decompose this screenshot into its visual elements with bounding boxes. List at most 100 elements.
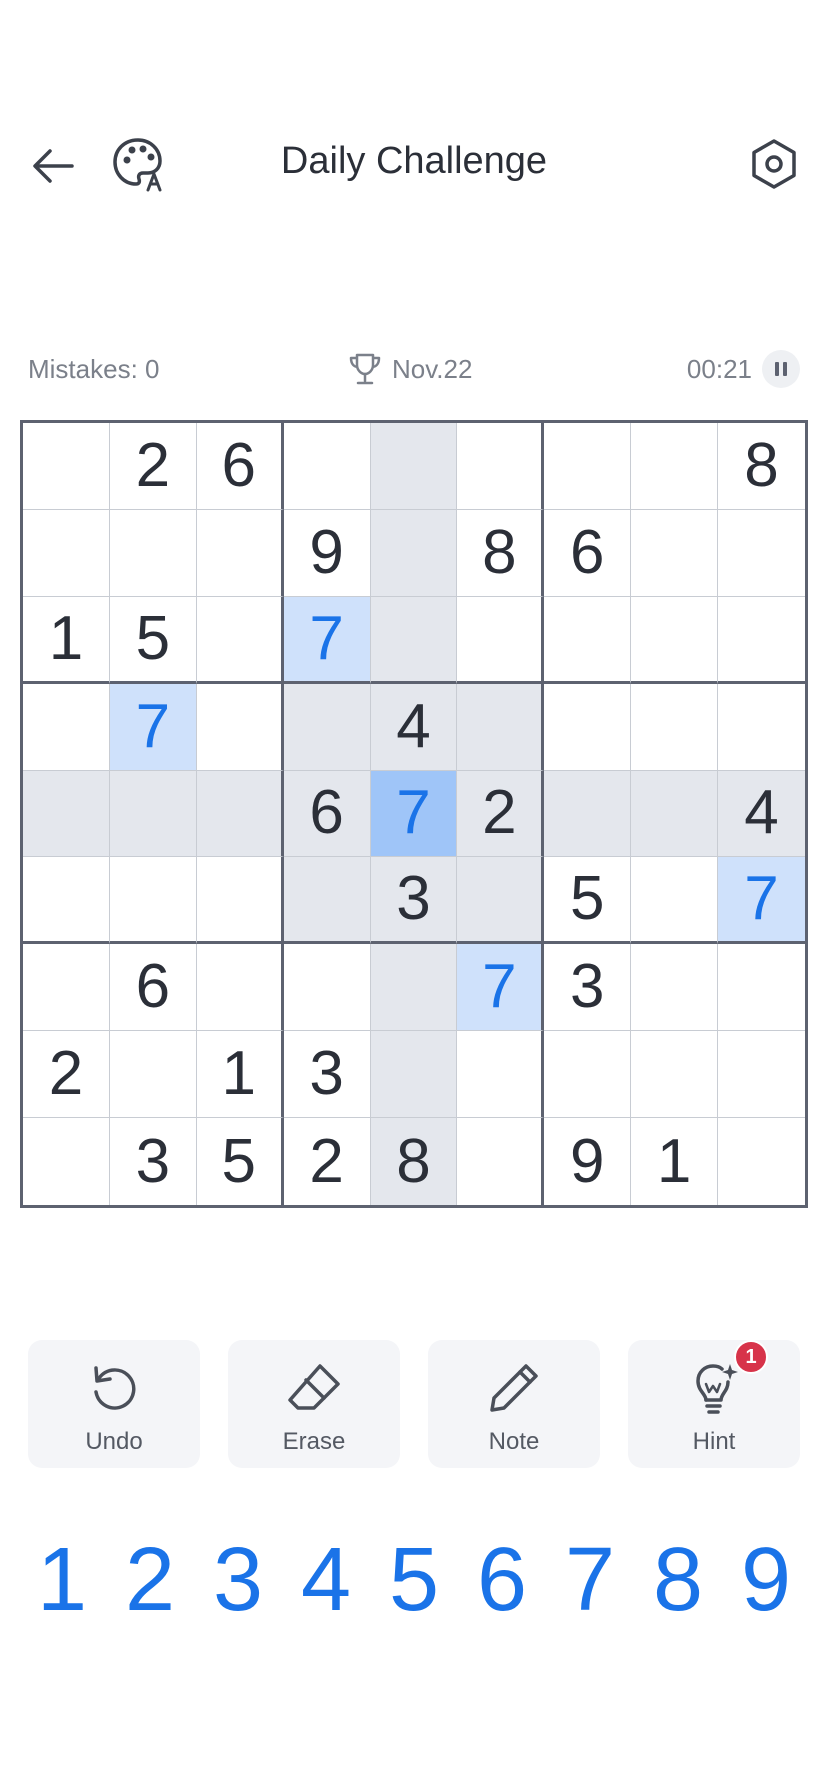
board-cell[interactable]	[631, 944, 719, 1032]
board-cell[interactable]	[718, 596, 805, 684]
board-cell[interactable]	[718, 944, 805, 1032]
board-cell[interactable]: 6	[196, 423, 284, 510]
board-cell[interactable]	[457, 1031, 545, 1119]
board-cell[interactable]: 1	[631, 1118, 719, 1205]
board-cell[interactable]: 7	[370, 770, 458, 858]
board-cell[interactable]	[283, 683, 371, 771]
number-button-5[interactable]: 5	[372, 1530, 456, 1630]
note-button[interactable]: Note	[428, 1340, 600, 1468]
board-cell[interactable]	[196, 509, 284, 597]
board-cell[interactable]	[457, 423, 545, 510]
board-cell[interactable]	[109, 857, 197, 945]
board-cell[interactable]: 4	[370, 683, 458, 771]
erase-button[interactable]: Erase	[228, 1340, 400, 1468]
board-cell[interactable]: 1	[196, 1031, 284, 1119]
number-button-9[interactable]: 9	[724, 1530, 808, 1630]
board-cell[interactable]	[196, 683, 284, 771]
board-cell[interactable]	[23, 1118, 110, 1205]
board-cell[interactable]	[370, 1031, 458, 1119]
board-cell[interactable]	[370, 944, 458, 1032]
erase-label: Erase	[282, 1428, 346, 1455]
board-cell[interactable]	[544, 683, 632, 771]
settings-button[interactable]	[746, 136, 802, 192]
number-button-4[interactable]: 4	[284, 1530, 368, 1630]
number-button-2[interactable]: 2	[108, 1530, 192, 1630]
board-cell[interactable]	[544, 770, 632, 858]
number-pad: 123456789	[20, 1530, 808, 1630]
board-cell[interactable]	[544, 596, 632, 684]
board-cell[interactable]: 2	[109, 423, 197, 510]
board-cell[interactable]	[718, 683, 805, 771]
timer: 00:21	[687, 350, 800, 388]
board-cell[interactable]: 7	[718, 857, 805, 945]
board-cell[interactable]: 9	[283, 509, 371, 597]
number-button-3[interactable]: 3	[196, 1530, 280, 1630]
board-cell[interactable]	[631, 683, 719, 771]
board-cell[interactable]	[23, 683, 110, 771]
board-cell[interactable]: 2	[23, 1031, 110, 1119]
board-cell[interactable]	[457, 596, 545, 684]
board-cell[interactable]	[23, 509, 110, 597]
board-cell[interactable]	[370, 596, 458, 684]
board-cell[interactable]: 5	[196, 1118, 284, 1205]
board-cell[interactable]: 6	[544, 509, 632, 597]
board-cell[interactable]: 3	[283, 1031, 371, 1119]
board-cell[interactable]: 2	[457, 770, 545, 858]
number-button-8[interactable]: 8	[636, 1530, 720, 1630]
board-cell[interactable]: 3	[544, 944, 632, 1032]
board-cell[interactable]	[370, 509, 458, 597]
board-cell[interactable]: 9	[544, 1118, 632, 1205]
board-cell[interactable]	[283, 944, 371, 1032]
board-cell[interactable]: 5	[544, 857, 632, 945]
board-cell[interactable]: 1	[23, 596, 110, 684]
board-cell[interactable]	[196, 944, 284, 1032]
board-cell[interactable]	[457, 683, 545, 771]
board-cell[interactable]	[283, 423, 371, 510]
board-cell[interactable]: 6	[109, 944, 197, 1032]
board-cell[interactable]	[23, 857, 110, 945]
board-cell[interactable]: 7	[109, 683, 197, 771]
board-cell[interactable]	[109, 509, 197, 597]
board-cell[interactable]	[283, 857, 371, 945]
pause-button[interactable]	[762, 350, 800, 388]
board-cell[interactable]	[631, 596, 719, 684]
board-cell[interactable]	[370, 423, 458, 510]
hint-button[interactable]: Hint 1	[628, 1340, 800, 1468]
board-cell[interactable]	[23, 423, 110, 510]
board-cell[interactable]	[631, 770, 719, 858]
pause-icon	[775, 362, 787, 376]
board-cell[interactable]	[718, 1118, 805, 1205]
board-cell[interactable]	[631, 509, 719, 597]
board-cell[interactable]	[196, 857, 284, 945]
board-cell[interactable]: 2	[283, 1118, 371, 1205]
board-cell[interactable]	[23, 944, 110, 1032]
board-cell[interactable]	[718, 1031, 805, 1119]
board-cell[interactable]: 8	[370, 1118, 458, 1205]
board-cell[interactable]	[457, 857, 545, 945]
board-cell[interactable]	[23, 770, 110, 858]
board-cell[interactable]	[196, 596, 284, 684]
board-cell[interactable]	[631, 423, 719, 510]
board-cell[interactable]: 3	[109, 1118, 197, 1205]
board-cell[interactable]	[631, 857, 719, 945]
board-cell[interactable]	[109, 1031, 197, 1119]
undo-button[interactable]: Undo	[28, 1340, 200, 1468]
board-cell[interactable]: 5	[109, 596, 197, 684]
board-cell[interactable]	[196, 770, 284, 858]
board-cell[interactable]	[544, 1031, 632, 1119]
board-cell[interactable]	[457, 1118, 545, 1205]
number-button-1[interactable]: 1	[20, 1530, 104, 1630]
board-cell[interactable]	[631, 1031, 719, 1119]
board-cell[interactable]: 4	[718, 770, 805, 858]
number-button-6[interactable]: 6	[460, 1530, 544, 1630]
board-cell[interactable]: 7	[283, 596, 371, 684]
number-button-7[interactable]: 7	[548, 1530, 632, 1630]
board-cell[interactable]	[544, 423, 632, 510]
board-cell[interactable]: 8	[457, 509, 545, 597]
board-cell[interactable]: 6	[283, 770, 371, 858]
board-cell[interactable]: 3	[370, 857, 458, 945]
board-cell[interactable]	[109, 770, 197, 858]
board-cell[interactable]: 8	[718, 423, 805, 510]
board-cell[interactable]: 7	[457, 944, 545, 1032]
board-cell[interactable]	[718, 509, 805, 597]
